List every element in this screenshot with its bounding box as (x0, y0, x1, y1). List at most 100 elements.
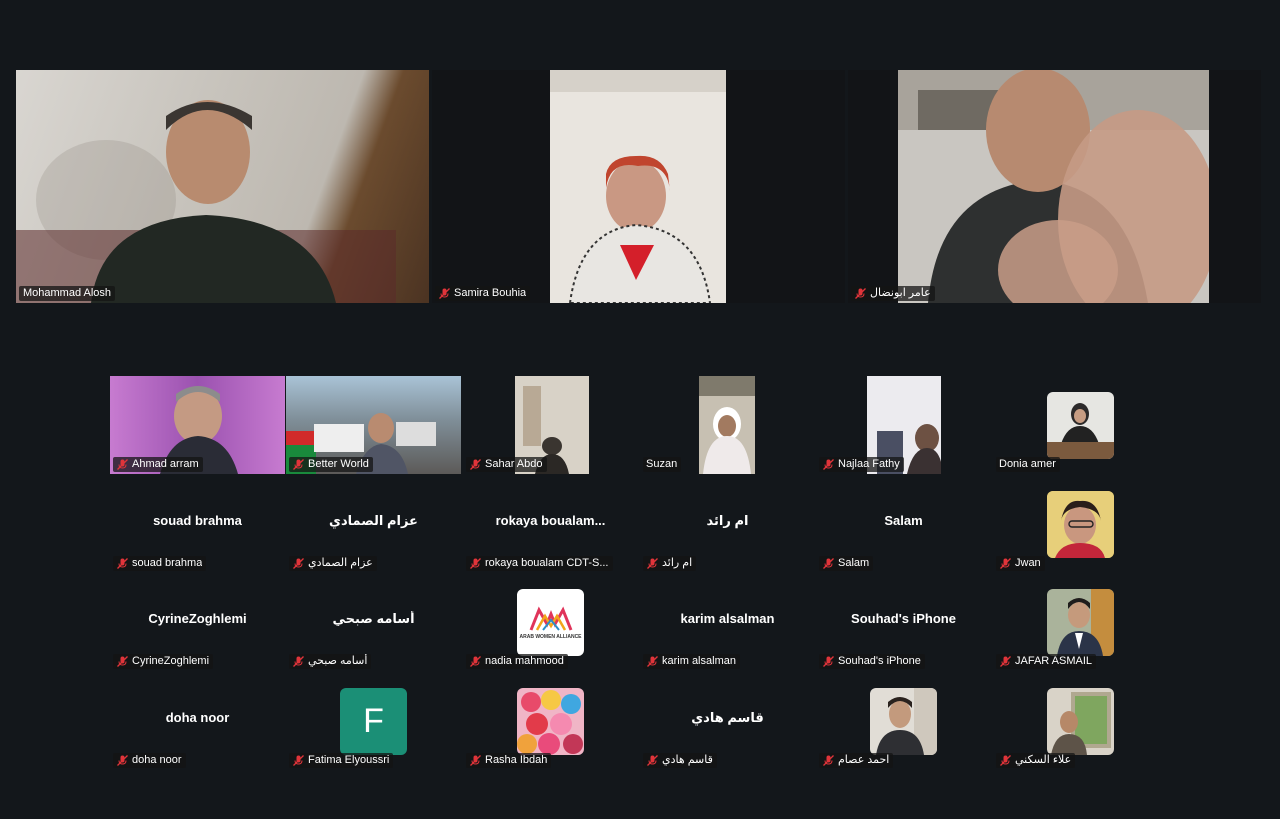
mic-muted-icon (822, 655, 835, 668)
mic-muted-icon (854, 287, 867, 300)
mic-muted-icon (822, 754, 835, 767)
mic-muted-icon (822, 458, 835, 471)
participant-name-label: Mohammad Alosh (19, 286, 116, 301)
mic-muted-icon (999, 655, 1012, 668)
participant-name-label: قاسم هادي (643, 753, 717, 768)
mic-muted-icon (292, 458, 305, 471)
participant-tile[interactable]: souad brahma souad brahma (110, 475, 285, 573)
participant-name: Suzan (646, 458, 678, 470)
participant-name-label: JAFAR ASMAIL (996, 654, 1097, 669)
participant-tile[interactable]: ARAB WOMEN ALLIANCE nadia mahmood (463, 573, 638, 671)
logo-text: ARAB WOMEN ALLIANCE (519, 633, 582, 640)
participant-tile[interactable]: Better World (286, 376, 461, 474)
participant-name: karim alsalman (662, 655, 736, 667)
speaker-tile-2[interactable]: Samira Bouhia (432, 70, 845, 303)
participant-display-name: قاسم هادي (691, 710, 764, 725)
participant-name: JAFAR ASMAIL (1015, 655, 1093, 667)
participant-name: doha noor (132, 754, 182, 766)
participant-name-label: ام رائد (643, 556, 697, 571)
speaker-tile-1[interactable]: Mohammad Alosh (16, 70, 429, 303)
participant-name-label: karim alsalman (643, 654, 740, 669)
participant-tile[interactable]: Ahmad arram (110, 376, 285, 474)
participant-name: CyrineZoghlemi (132, 655, 210, 667)
participant-tile[interactable]: Jwan (993, 475, 1168, 573)
participant-avatar (1047, 688, 1114, 755)
mic-muted-icon (822, 557, 835, 570)
participant-tile[interactable]: Najlaa Fathy (816, 376, 991, 474)
participant-name-label: Najlaa Fathy (819, 457, 904, 472)
mic-muted-icon (116, 754, 129, 767)
participant-name-label: احمد عصام (819, 753, 894, 768)
participant-name-label: علاء السكني (996, 753, 1076, 768)
participant-display-name: souad brahma (153, 513, 242, 528)
participant-tile[interactable]: أسامه صبحي أسامه صبحي (286, 573, 461, 671)
participant-name-label: أسامه صبحي (289, 654, 372, 669)
mic-muted-icon (646, 557, 659, 570)
mic-muted-icon (116, 655, 129, 668)
participant-tile[interactable]: علاء السكني (993, 672, 1168, 770)
participant-tile[interactable]: karim alsalman karim alsalman (640, 573, 815, 671)
participant-avatar (1047, 392, 1114, 459)
participant-tile[interactable]: Souhad's iPhone Souhad's iPhone (816, 573, 991, 671)
participant-tile[interactable]: قاسم هادي قاسم هادي (640, 672, 815, 770)
participant-name-label: عامر ابونضال (851, 286, 935, 301)
mic-muted-icon (292, 754, 305, 767)
participant-name: أسامه صبحي (308, 655, 368, 667)
participant-display-name: عزام الصمادي (329, 513, 418, 528)
participant-tile[interactable]: Sahar Abdo (463, 376, 638, 474)
participant-name: Donia amer (999, 458, 1056, 470)
participant-name-label: عزام الصمادي (289, 556, 377, 571)
participant-name: علاء السكني (1015, 754, 1072, 766)
mic-muted-icon (469, 458, 482, 471)
mic-muted-icon (438, 287, 451, 300)
participant-tile[interactable]: rokaya boualam... rokaya boualam CDT-S... (463, 475, 638, 573)
mic-muted-icon (999, 754, 1012, 767)
mic-muted-icon (469, 557, 482, 570)
participant-name: nadia mahmood (485, 655, 564, 667)
participant-tile[interactable]: Salam Salam (816, 475, 991, 573)
participant-name-label: Samira Bouhia (435, 286, 531, 301)
participant-tile[interactable]: عزام الصمادي عزام الصمادي (286, 475, 461, 573)
mic-muted-icon (646, 655, 659, 668)
participant-name: ام رائد (662, 557, 693, 569)
participant-display-name: ام رائد (706, 513, 749, 528)
participant-name: souad brahma (132, 557, 203, 569)
participant-display-name: rokaya boualam... (495, 513, 606, 528)
mic-muted-icon (116, 458, 129, 471)
participant-tile[interactable]: احمد عصام (816, 672, 991, 770)
participant-tile[interactable]: CyrineZoghlemi CyrineZoghlemi (110, 573, 285, 671)
participant-name: قاسم هادي (662, 754, 713, 766)
mic-muted-icon (469, 655, 482, 668)
participant-name: Better World (308, 458, 369, 470)
participant-tile[interactable]: doha noor doha noor (110, 672, 285, 770)
participant-tile[interactable]: JAFAR ASMAIL (993, 573, 1168, 671)
participant-name-label: Sahar Abdo (466, 457, 547, 472)
mic-muted-icon (646, 754, 659, 767)
participant-display-name: Souhad's iPhone (851, 611, 956, 626)
participant-name-label: Better World (289, 457, 373, 472)
speaker-tile-3[interactable]: عامر ابونضال (848, 70, 1261, 303)
participant-name-label: nadia mahmood (466, 654, 568, 669)
participant-tile[interactable]: Rasha Ibdah (463, 672, 638, 770)
participant-display-name: Salam (884, 513, 923, 528)
participant-name-label: Souhad's iPhone (819, 654, 925, 669)
participant-display-name: karim alsalman (680, 611, 775, 626)
participant-tile[interactable]: Suzan (640, 376, 815, 474)
participant-avatar (517, 688, 584, 755)
participant-name-label: Fatima Elyoussri (289, 753, 394, 768)
participant-tile[interactable]: Donia amer (993, 376, 1168, 474)
participant-avatar (870, 688, 937, 755)
participant-name-label: Suzan (643, 457, 682, 472)
participant-name: احمد عصام (838, 754, 890, 766)
mic-muted-icon (292, 557, 305, 570)
mic-muted-icon (999, 557, 1012, 570)
participant-name-label: Salam (819, 556, 874, 571)
participant-tile[interactable]: F Fatima Elyoussri (286, 672, 461, 770)
participant-name-label: Donia amer (996, 457, 1060, 472)
speaker-video (550, 70, 726, 303)
participant-name-label: Ahmad arram (113, 457, 203, 472)
participant-name-label: Rasha Ibdah (466, 753, 552, 768)
participant-name: rokaya boualam CDT-S... (485, 557, 609, 569)
participant-tile[interactable]: ام رائد ام رائد (640, 475, 815, 573)
participant-name: Salam (838, 557, 870, 569)
